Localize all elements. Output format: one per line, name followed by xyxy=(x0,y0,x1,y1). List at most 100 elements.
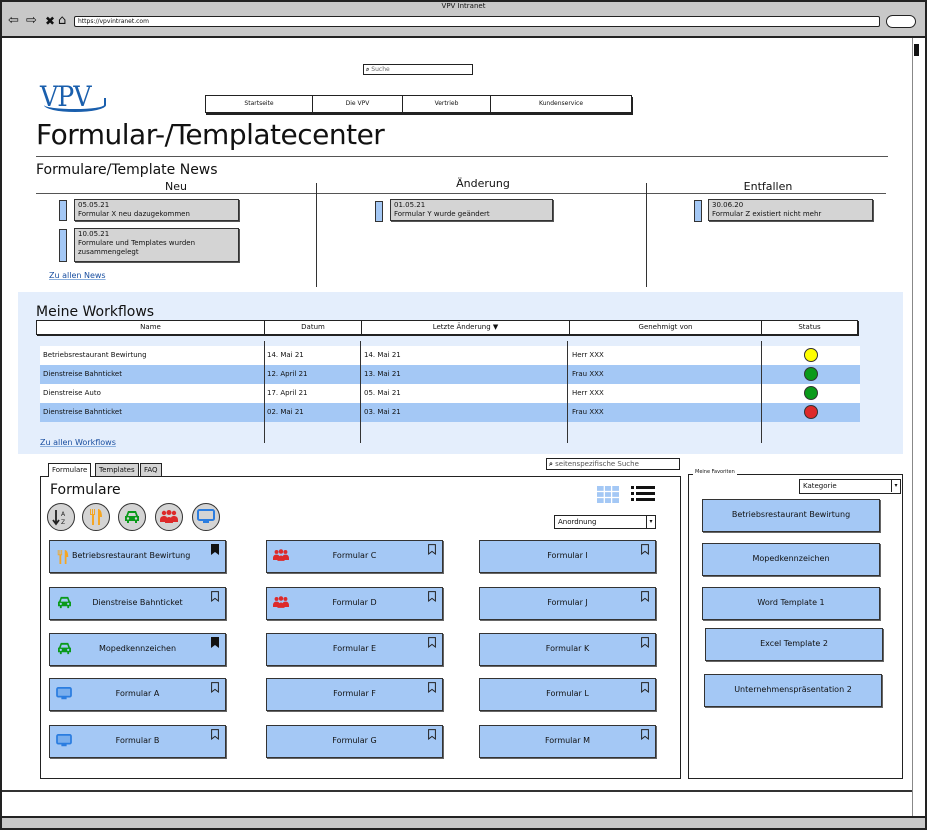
form-card[interactable]: Formular K xyxy=(479,633,656,666)
cell-genehmigt-von: Herr XXX xyxy=(572,351,604,359)
sort-select[interactable]: Anordnung ▾ xyxy=(554,515,656,529)
bookmark-icon[interactable] xyxy=(428,729,436,741)
nav-startseite[interactable]: Startseite xyxy=(206,96,313,112)
tab-faq[interactable]: FAQ xyxy=(140,463,162,476)
form-card[interactable]: Formular B xyxy=(49,725,226,758)
col-genehmigt-von[interactable]: Genehmigt von xyxy=(570,321,762,334)
status-indicator-pending xyxy=(803,348,818,362)
form-card[interactable]: Formular F xyxy=(266,678,443,711)
form-card[interactable]: Mopedkennzeichen xyxy=(49,633,226,666)
nav-vertrieb[interactable]: Vertrieb xyxy=(403,96,491,112)
nav-kundenservice[interactable]: Kundenservice xyxy=(491,96,631,112)
scrollbar[interactable] xyxy=(912,38,922,816)
favorite-item[interactable]: Unternehmenspräsentation 2 xyxy=(704,674,882,707)
tab-formulare[interactable]: Formulare xyxy=(48,463,92,477)
bookmark-icon[interactable] xyxy=(641,591,649,603)
news-item[interactable]: 10.05.21 Formulare und Templates wurden … xyxy=(74,228,239,262)
table-row[interactable]: Dienstreise Bahnticket 12. April 21 13. Ma… xyxy=(40,365,860,384)
search-input[interactable]: ⌕ Suche xyxy=(363,64,473,75)
restaurant-filter-button[interactable] xyxy=(82,503,110,531)
car-filter-button[interactable] xyxy=(118,503,146,531)
divider xyxy=(36,156,888,157)
category-select[interactable]: Kategorie ▾ xyxy=(799,479,901,494)
window-title: VPV Intranet xyxy=(441,2,486,10)
favorite-item[interactable]: Word Template 1 xyxy=(702,587,880,620)
col-letzte-aenderung[interactable]: Letzte Änderung ▼ xyxy=(362,321,570,334)
nav-die-vpv[interactable]: Die VPV xyxy=(313,96,403,112)
main-nav: Startseite Die VPV Vertrieb Kundenservic… xyxy=(205,95,632,113)
go-button[interactable] xyxy=(886,15,916,28)
bookmark-icon[interactable] xyxy=(428,637,436,649)
category-select-value: Kategorie xyxy=(803,482,837,490)
bookmark-icon[interactable] xyxy=(641,544,649,556)
tab-templates[interactable]: Templates xyxy=(95,463,139,476)
form-card[interactable]: Formular L xyxy=(479,678,656,711)
form-card[interactable]: Formular C xyxy=(266,540,443,573)
bookmark-icon[interactable] xyxy=(428,682,436,694)
all-workflows-link[interactable]: Zu allen Workflows xyxy=(40,438,116,447)
column-separator xyxy=(646,183,647,287)
news-text: Formulare und Templates wurden zusammeng… xyxy=(78,239,196,256)
news-col-aenderung: Änderung xyxy=(456,177,510,190)
scrollbar-thumb[interactable] xyxy=(914,44,919,56)
form-card-label: Formular C xyxy=(332,551,377,560)
workflows-title: Meine Workflows xyxy=(36,304,155,320)
all-news-link[interactable]: Zu allen News xyxy=(49,271,106,280)
form-card-label: Formular M xyxy=(544,736,591,745)
stop-icon[interactable]: ✖ xyxy=(45,14,55,28)
form-card[interactable]: Betriebsrestaurant Bewirtung xyxy=(49,540,226,573)
status-indicator-approved xyxy=(803,367,818,381)
news-date: 05.05.21 xyxy=(78,201,110,209)
sort-az-filter-button[interactable]: AZ xyxy=(47,503,75,531)
page-search-input[interactable]: ⌕ seitenspezifische Suche xyxy=(546,458,680,470)
cell-genehmigt-von: Frau XXX xyxy=(572,370,604,378)
grid-view-icon[interactable] xyxy=(597,486,619,503)
news-item[interactable]: 05.05.21 Formular X neu dazugekommen xyxy=(74,199,239,221)
news-item[interactable]: 30.06.20 Formular Z existiert nicht mehr xyxy=(708,199,873,221)
form-card[interactable]: Formular A xyxy=(49,678,226,711)
bookmark-icon[interactable] xyxy=(211,729,219,741)
table-row[interactable]: Dienstreise Bahnticket 02. Mai 21 03. Mai … xyxy=(40,403,860,422)
favorite-item[interactable]: Betriebsrestaurant Bewirtung xyxy=(702,499,880,532)
search-placeholder: Suche xyxy=(371,66,390,73)
url-bar[interactable]: https://vpvintranet.com xyxy=(74,16,880,27)
cell-datum: 17. April 21 xyxy=(267,389,308,397)
bookmark-filled-icon[interactable] xyxy=(211,637,219,648)
form-card[interactable]: Formular M xyxy=(479,725,656,758)
cell-datum: 14. Mai 21 xyxy=(267,351,304,359)
form-card[interactable]: Formular I xyxy=(479,540,656,573)
bookmark-icon[interactable] xyxy=(641,682,649,694)
svg-text:A: A xyxy=(61,511,66,518)
bookmark-icon[interactable] xyxy=(428,544,436,556)
chevron-down-icon: ▾ xyxy=(891,480,900,492)
form-card-label: Formular J xyxy=(547,598,588,607)
favorite-item[interactable]: Mopedkennzeichen xyxy=(702,543,880,576)
bookmark-icon[interactable] xyxy=(641,729,649,741)
list-view-icon[interactable] xyxy=(631,485,655,503)
table-row[interactable]: Betriebsrestaurant Bewirtung 14. Mai 21 14… xyxy=(40,346,860,365)
news-text: Formular X neu dazugekommen xyxy=(78,210,190,218)
bookmark-icon[interactable] xyxy=(641,637,649,649)
form-card[interactable]: Formular J xyxy=(479,587,656,620)
group-filter-button[interactable] xyxy=(155,503,183,531)
monitor-filter-button[interactable] xyxy=(192,503,220,531)
col-datum[interactable]: Datum xyxy=(265,321,362,334)
back-arrow-icon[interactable]: ⇦ xyxy=(8,14,19,28)
favorite-item[interactable]: Excel Template 2 xyxy=(705,628,883,661)
bookmark-filled-icon[interactable] xyxy=(211,544,219,555)
col-status[interactable]: Status xyxy=(762,321,857,334)
bookmark-icon[interactable] xyxy=(428,591,436,603)
col-name[interactable]: Name xyxy=(37,321,265,334)
home-icon[interactable]: ⌂ xyxy=(58,14,66,28)
form-card[interactable]: Formular D xyxy=(266,587,443,620)
form-card[interactable]: Formular E xyxy=(266,633,443,666)
forward-arrow-icon[interactable]: ⇨ xyxy=(26,14,37,28)
table-row[interactable]: Dienstreise Auto 17. April 21 05. Mai 21 He… xyxy=(40,384,860,403)
cell-name: Dienstreise Bahnticket xyxy=(43,408,122,416)
bookmark-icon[interactable] xyxy=(211,682,219,694)
form-card[interactable]: Dienstreise Bahnticket xyxy=(49,587,226,620)
news-item[interactable]: 01.05.21 Formular Y wurde geändert xyxy=(390,199,553,221)
form-card[interactable]: Formular G xyxy=(266,725,443,758)
form-card-label: Formular D xyxy=(332,598,377,607)
bookmark-icon[interactable] xyxy=(211,591,219,603)
